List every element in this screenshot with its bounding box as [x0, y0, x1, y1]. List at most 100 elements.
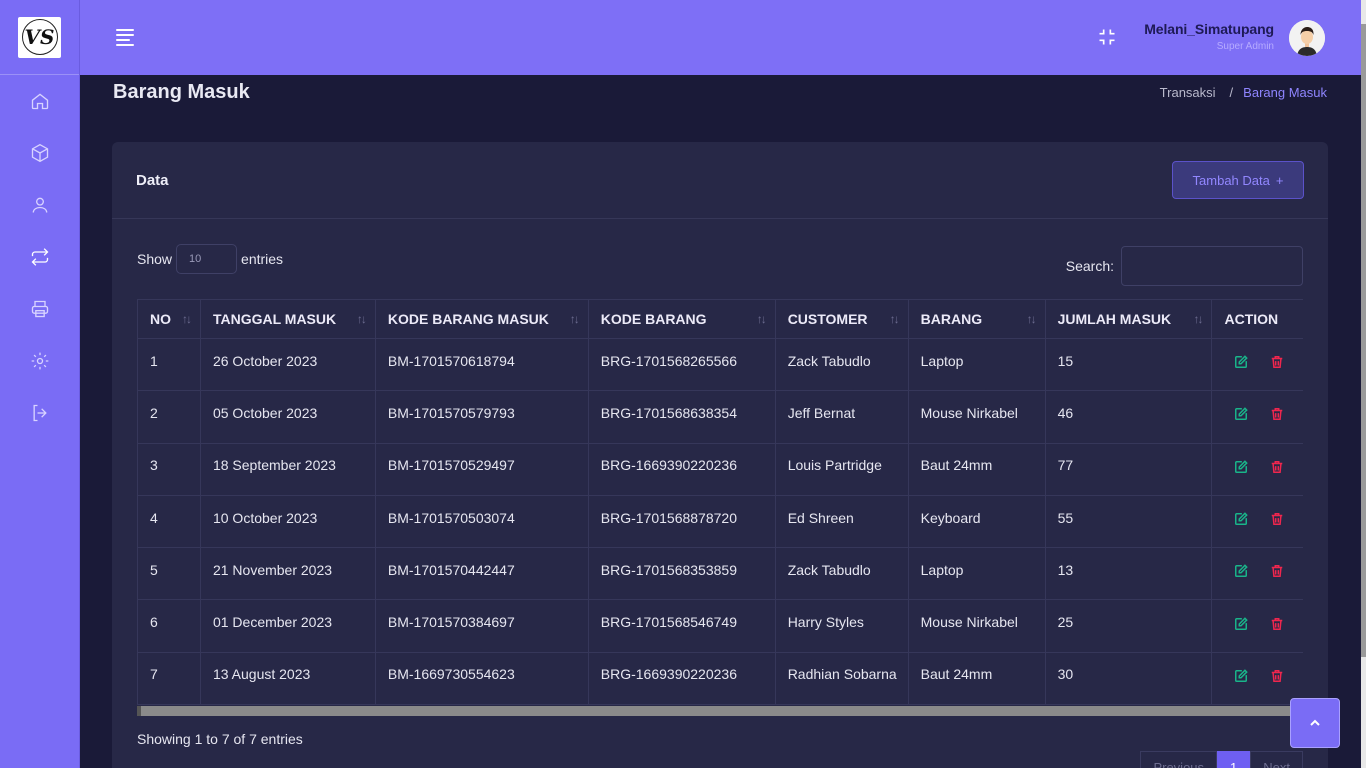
vertical-scrollbar[interactable]: [1361, 0, 1366, 768]
sort-icon: ↑↓: [356, 312, 367, 326]
table-cell: Louis Partridge: [774, 442, 909, 496]
table-cell: Baut 24mm: [907, 442, 1046, 496]
edit-icon[interactable]: [1234, 564, 1249, 581]
search-label: Search:: [1065, 258, 1114, 274]
table-cell: Harry Styles: [774, 599, 909, 653]
table-cell: 1: [137, 337, 201, 392]
scrollbar-thumb[interactable]: [1361, 24, 1366, 657]
table-cell: Baut 24mm: [907, 651, 1046, 706]
edit-icon[interactable]: [1234, 355, 1249, 372]
entries-length-input[interactable]: [176, 244, 238, 274]
delete-icon[interactable]: [1270, 407, 1284, 424]
sidebar: VS: [0, 0, 80, 768]
edit-icon[interactable]: [1234, 669, 1249, 686]
table-cell: 25: [1044, 599, 1213, 653]
column-header-label: NO: [150, 311, 171, 327]
delete-icon[interactable]: [1270, 564, 1284, 581]
back-to-top-button[interactable]: [1290, 698, 1340, 748]
table-body: 1 26 October 2023 BM-1701570618794 BRG-1701…: [137, 337, 1303, 706]
row-actions: [1224, 401, 1303, 424]
breadcrumb-separator: /: [1229, 85, 1234, 100]
table-cell: 13: [1044, 547, 1213, 601]
home-icon: [31, 93, 48, 110]
sidebar-item-transaksi[interactable]: [0, 231, 79, 283]
table-cell: BRG-1701568638354: [587, 390, 776, 444]
column-header-label: JUMLAH MASUK: [1057, 311, 1172, 327]
sidebar-item-logout[interactable]: [0, 387, 79, 439]
logo[interactable]: VS: [18, 16, 61, 58]
delete-icon[interactable]: [1270, 355, 1284, 372]
column-header[interactable]: KODE BARANG ↑↓: [587, 299, 776, 339]
search-box: Search:: [1066, 246, 1303, 286]
table-cell: 7: [137, 651, 201, 706]
row-actions: [1224, 506, 1303, 529]
menu-toggle-button[interactable]: [116, 29, 134, 49]
table-cell: 30: [1044, 651, 1213, 706]
action-cell: [1211, 390, 1303, 444]
table-cell: 26 October 2023: [199, 337, 376, 392]
delete-icon[interactable]: [1270, 617, 1284, 634]
column-header[interactable]: ACTION: [1211, 299, 1303, 339]
previous-page-button[interactable]: Previous: [1140, 751, 1218, 768]
table-cell: BM-1701570503074: [374, 494, 589, 549]
transaction-icon: [31, 248, 48, 266]
table-cell: BM-1701570442447: [374, 547, 589, 601]
table-cell: BRG-1701568353859: [587, 547, 776, 601]
add-data-button[interactable]: Tambah Data +: [1172, 161, 1304, 199]
sidebar-item-laporan[interactable]: [0, 283, 79, 335]
table-row: 3 18 September 2023 BM-1701570529497 BRG-16…: [137, 442, 1303, 496]
table-row: 5 21 November 2023 BM-1701570442447 BRG-170…: [137, 547, 1303, 601]
exit-fullscreen-button[interactable]: [1097, 27, 1117, 52]
sidebar-item-barang[interactable]: [0, 127, 79, 179]
exit-fullscreen-icon: [1099, 29, 1115, 45]
row-actions: [1224, 611, 1303, 634]
card-title: Data: [136, 172, 169, 189]
avatar[interactable]: [1289, 20, 1325, 56]
page-button-1[interactable]: 1: [1217, 751, 1251, 768]
column-header[interactable]: BARANG ↑↓: [907, 299, 1046, 339]
search-input[interactable]: [1121, 246, 1303, 286]
table-cell: 77: [1044, 442, 1213, 496]
sidebar-item-dashboard[interactable]: [0, 75, 79, 127]
table-cell: Mouse Nirkabel: [907, 599, 1046, 653]
sort-icon: ↑↓: [889, 312, 900, 326]
edit-icon[interactable]: [1234, 512, 1249, 529]
table-cell: 21 November 2023: [199, 547, 376, 601]
sidebar-item-settings[interactable]: [0, 335, 79, 387]
edit-icon[interactable]: [1234, 407, 1249, 424]
pagination: Previous 1 Next: [1140, 751, 1303, 768]
user-role: Super Admin: [1216, 41, 1274, 52]
breadcrumb-current: Barang Masuk: [1243, 85, 1327, 100]
next-page-button[interactable]: Next: [1250, 751, 1303, 768]
horizontal-scrollbar[interactable]: [137, 706, 1303, 716]
gear-icon: [31, 352, 48, 370]
table-row: 1 26 October 2023 BM-1701570618794 BRG-1701…: [137, 337, 1303, 392]
data-table: NO ↑↓ TANGGAL MASUK ↑↓ KODE BARANG MASUK ↑↓ KO…: [137, 299, 1303, 706]
column-header[interactable]: TANGGAL MASUK ↑↓: [199, 299, 376, 339]
edit-icon[interactable]: [1234, 616, 1249, 634]
table-cell: 6: [137, 599, 201, 653]
table-cell: 55: [1044, 494, 1213, 549]
table-cell: Zack Tabudlo: [774, 337, 909, 392]
delete-icon[interactable]: [1270, 512, 1284, 529]
sidebar-item-users[interactable]: [0, 179, 79, 231]
delete-icon[interactable]: [1270, 460, 1284, 477]
table-cell: Keyboard: [907, 494, 1046, 549]
table-row: 7 13 August 2023 BM-1669730554623 BRG-16693…: [137, 651, 1303, 706]
column-header[interactable]: KODE BARANG MASUK ↑↓: [374, 299, 589, 339]
column-header-label: BARANG: [920, 311, 983, 327]
table-cell: 46: [1044, 390, 1213, 444]
table-row: 6 01 December 2023 BM-1701570384697 BRG-170…: [137, 599, 1303, 653]
column-header[interactable]: JUMLAH MASUK ↑↓: [1044, 299, 1213, 339]
sort-icon: ↑↓: [181, 312, 192, 326]
data-card: Data Tambah Data + Show entries Search: …: [112, 142, 1328, 768]
table-cell: Laptop: [907, 337, 1046, 392]
column-header[interactable]: NO ↑↓: [137, 299, 201, 339]
edit-icon[interactable]: [1234, 459, 1249, 477]
column-header[interactable]: CUSTOMER ↑↓: [774, 299, 909, 339]
delete-icon[interactable]: [1270, 669, 1284, 686]
table-header-row: NO ↑↓ TANGGAL MASUK ↑↓ KODE BARANG MASUK ↑↓ KO…: [137, 299, 1303, 339]
breadcrumb: Transaksi / Barang Masuk: [1160, 85, 1327, 100]
user-info[interactable]: Melani_Simatupang Super Admin: [1144, 21, 1274, 52]
breadcrumb-parent[interactable]: Transaksi: [1160, 85, 1216, 100]
